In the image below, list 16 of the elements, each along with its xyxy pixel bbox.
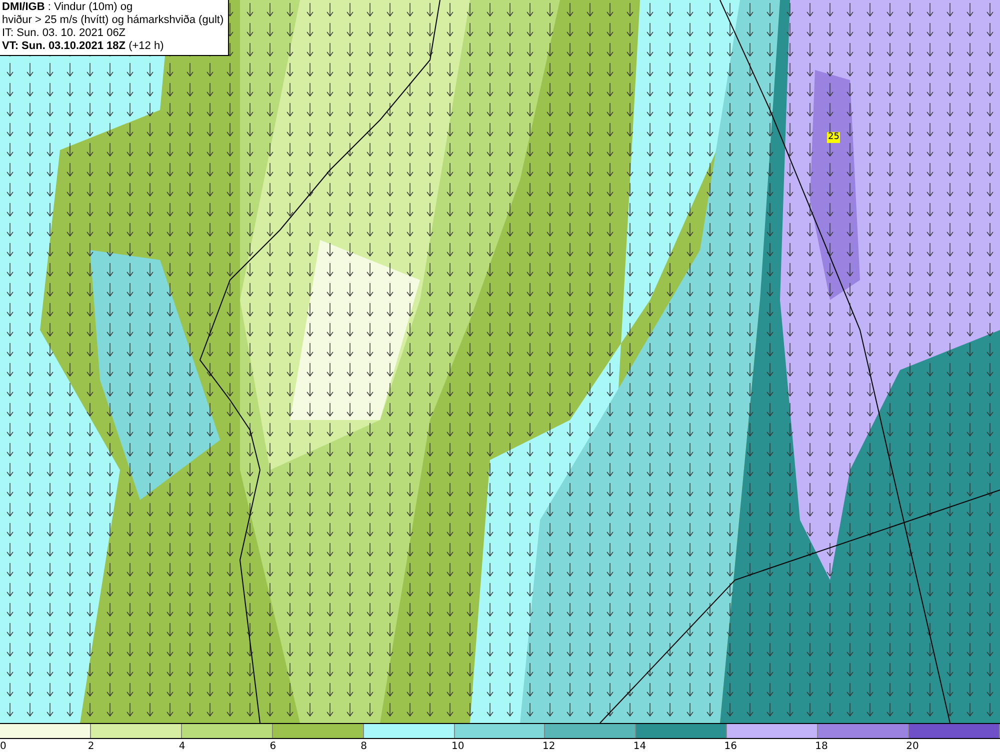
legend-label: 0 (0, 741, 6, 752)
gust-label: 25 (827, 132, 840, 143)
legend-label: 6 (270, 741, 276, 752)
legend-label: 14 (633, 741, 646, 752)
title-line: VT: Sun. 03.10.2021 18Z (+12 h) (2, 40, 164, 53)
legend-label: 2 (88, 741, 94, 752)
legend-label: 4 (178, 741, 186, 752)
legend-label: 12 (542, 741, 556, 752)
title-line: hviður > 25 m/s (hvítt) og hámarkshviða (gult) (2, 14, 224, 27)
legend-label: 16 (724, 741, 737, 752)
legend-label: 8 (360, 741, 367, 752)
title-line: DMI/IGB : Vindur (10m) og (2, 1, 133, 14)
legend-label: 10 (452, 741, 464, 752)
legend-label: 18 (815, 741, 828, 752)
title-line: IT: Sun. 03. 10. 2021 06Z (2, 27, 126, 40)
legend-label: 20 (906, 741, 919, 752)
